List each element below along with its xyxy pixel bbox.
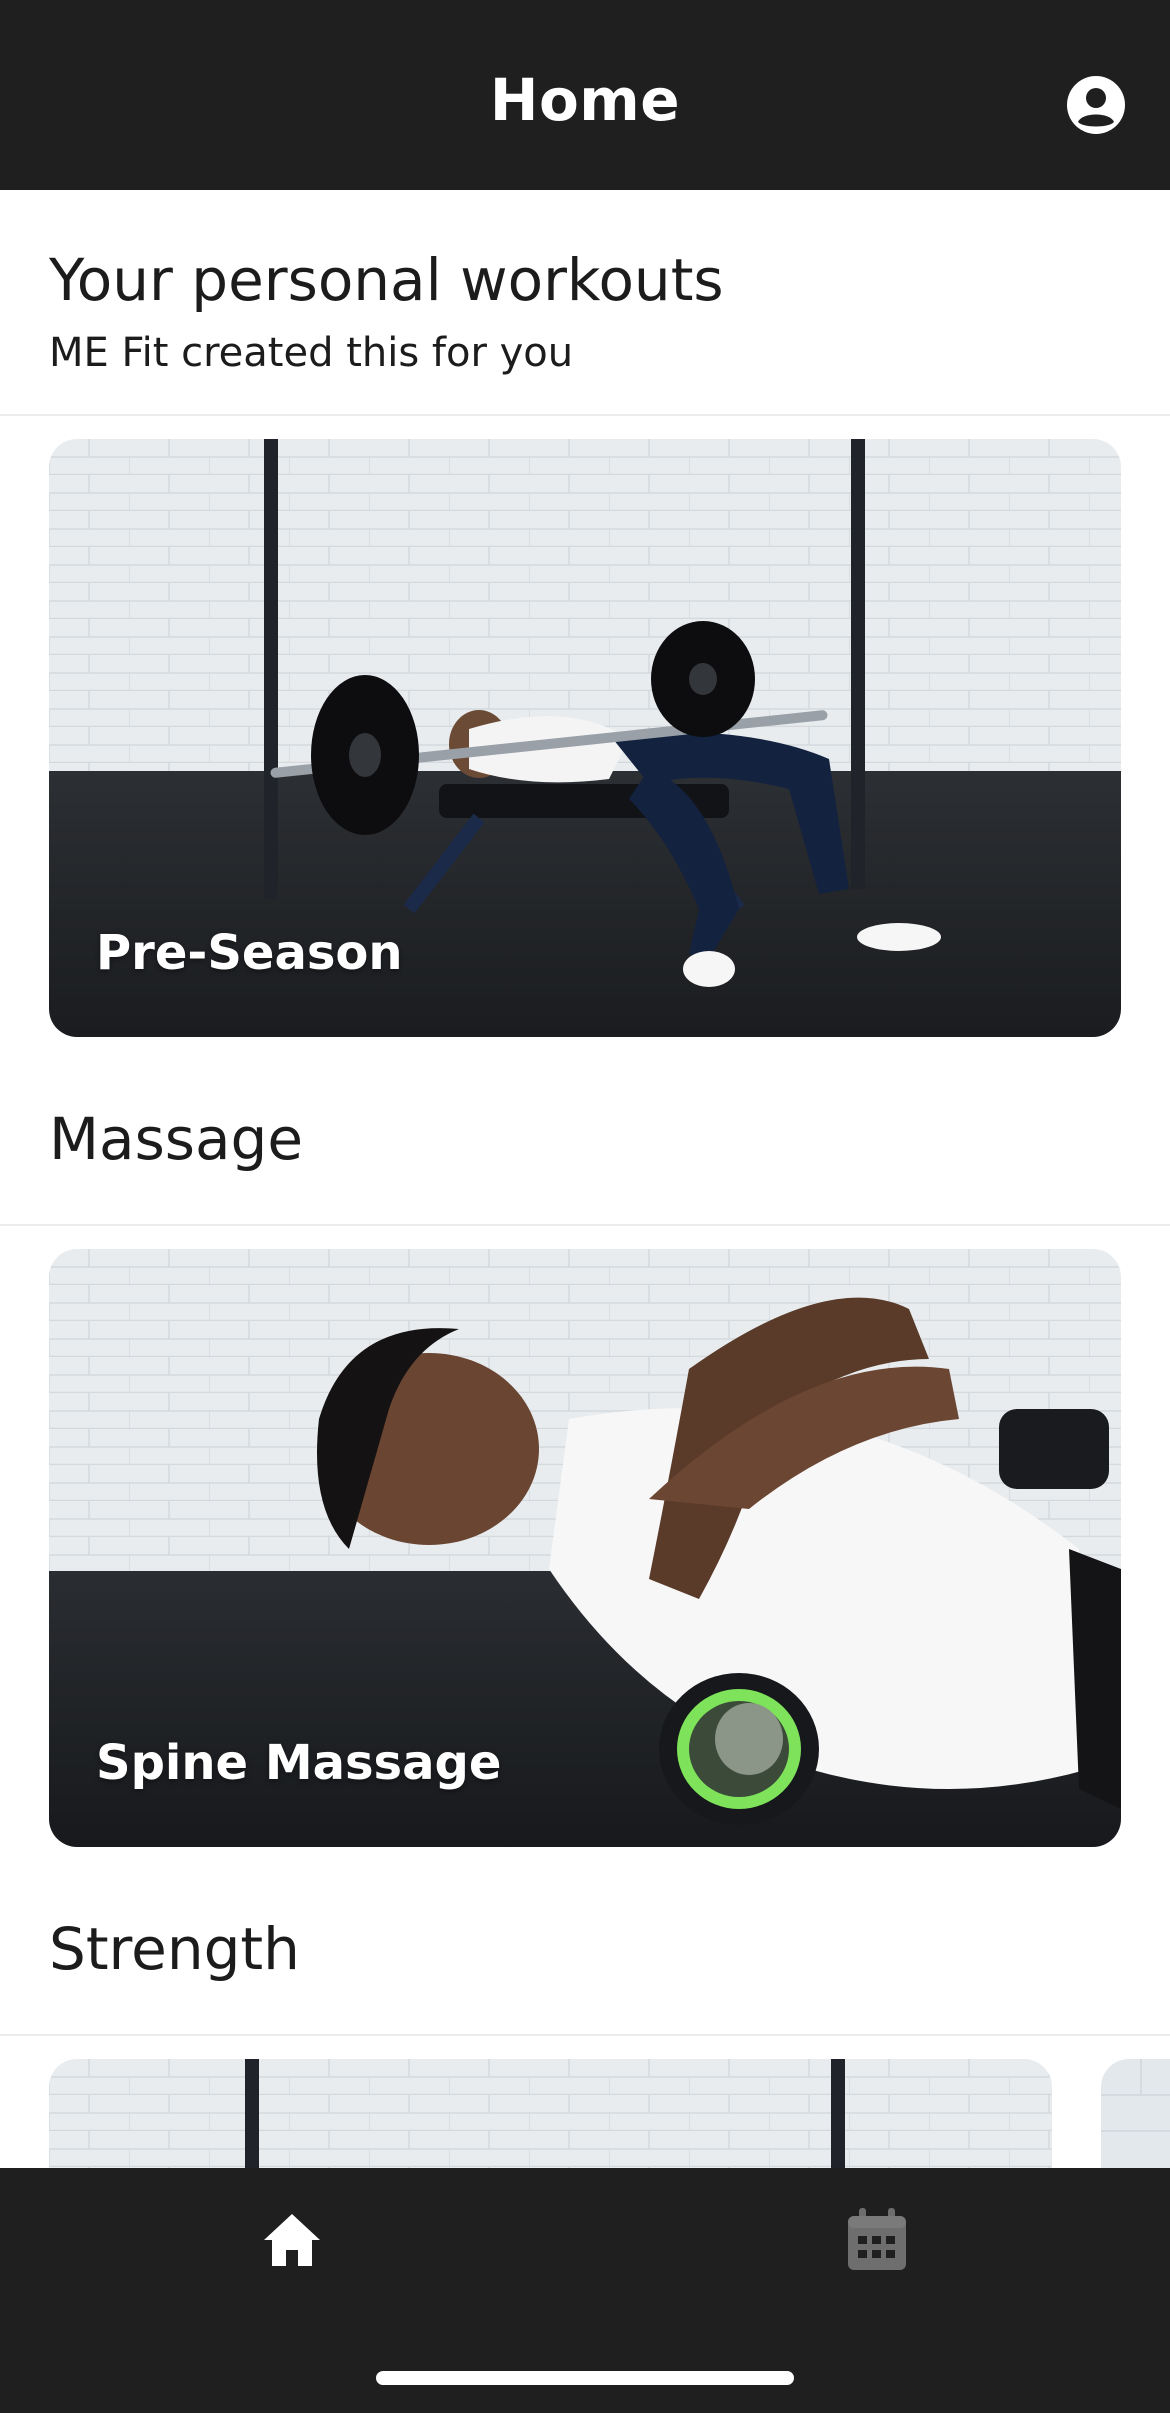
divider (0, 1224, 1170, 1226)
workout-photo-strength (49, 2059, 1052, 2168)
home-feed[interactable]: Your personal workouts ME Fit created th… (0, 190, 1170, 2168)
workout-card-label: Pre-Season (96, 925, 403, 981)
section-subtitle-personal: ME Fit created this for you (49, 330, 574, 376)
workout-card-label: Spine Massage (96, 1735, 502, 1791)
section-title-personal: Your personal workouts (49, 246, 724, 314)
strength-header: Strength (0, 1847, 1170, 2035)
account-circle-icon[interactable] (1066, 75, 1126, 135)
section-title-massage: Massage (49, 1105, 304, 1173)
home-icon[interactable] (260, 2208, 324, 2272)
divider (0, 2034, 1170, 2036)
calendar-icon[interactable] (846, 2206, 908, 2272)
workout-photo-strength (1101, 2059, 1170, 2168)
massage-header: Massage (0, 1037, 1170, 1225)
home-indicator (376, 2371, 794, 2385)
divider (0, 414, 1170, 416)
page-title: Home (489, 66, 681, 134)
top-app-bar: Home (0, 0, 1170, 190)
section-title-strength: Strength (49, 1915, 300, 1983)
personal-workouts-header: Your personal workouts ME Fit created th… (0, 190, 1170, 415)
workout-card-strength-1[interactable] (49, 2059, 1052, 2168)
workout-card-spine-massage[interactable]: Spine Massage (49, 1249, 1121, 1847)
workout-card-pre-season[interactable]: Pre-Season (49, 439, 1121, 1037)
workout-card-strength-2[interactable] (1101, 2059, 1170, 2168)
